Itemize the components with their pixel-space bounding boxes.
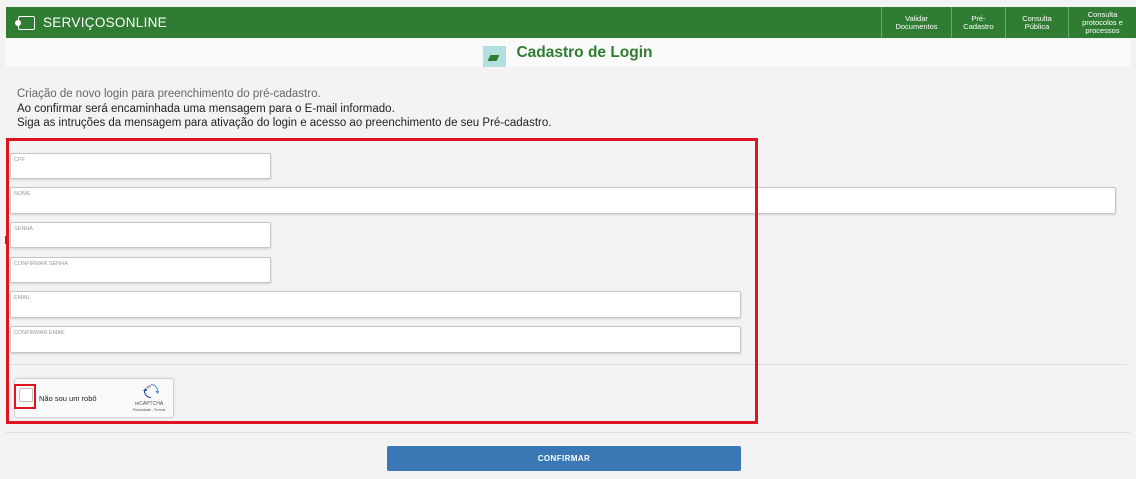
nav-consulta-protocolos[interactable]: Consulta protocolos e processos: [1068, 7, 1136, 38]
top-navbar: SERVIÇOSONLINE Validar Documentos Pré-Ca…: [6, 7, 1136, 38]
form-highlight-box: [6, 138, 758, 424]
actions-divider: [6, 432, 1130, 433]
page-title-bar: Cadastro de Login: [6, 39, 1130, 67]
login-form-icon: [483, 45, 507, 67]
brand[interactable]: SERVIÇOSONLINE: [15, 15, 167, 30]
intro-line-2: Ao confirmar será encaminhada uma mensag…: [17, 102, 395, 115]
page-title: Cadastro de Login: [516, 44, 653, 61]
intro-text: Criação de novo login para preenchimento…: [17, 87, 551, 131]
page: SERVIÇOSONLINE Validar Documentos Pré-Ca…: [0, 0, 1136, 479]
confirm-button[interactable]: CONFIRMAR: [387, 446, 741, 471]
intro-line-1: Criação de novo login para preenchimento…: [17, 88, 321, 100]
nav-consulta-publica[interactable]: Consulta Pública: [1005, 7, 1068, 38]
nav-pre-cadastro[interactable]: Pré-Cadastro: [951, 7, 1005, 38]
intro-line-3: Siga as intruções da mensagem para ativa…: [17, 117, 552, 129]
brand-logo-icon: [15, 15, 35, 30]
brand-name: SERVIÇOSONLINE: [43, 15, 167, 30]
nav-validar-documentos[interactable]: Validar Documentos: [881, 7, 951, 38]
main-nav: Validar Documentos Pré-Cadastro Consulta…: [881, 7, 1136, 38]
